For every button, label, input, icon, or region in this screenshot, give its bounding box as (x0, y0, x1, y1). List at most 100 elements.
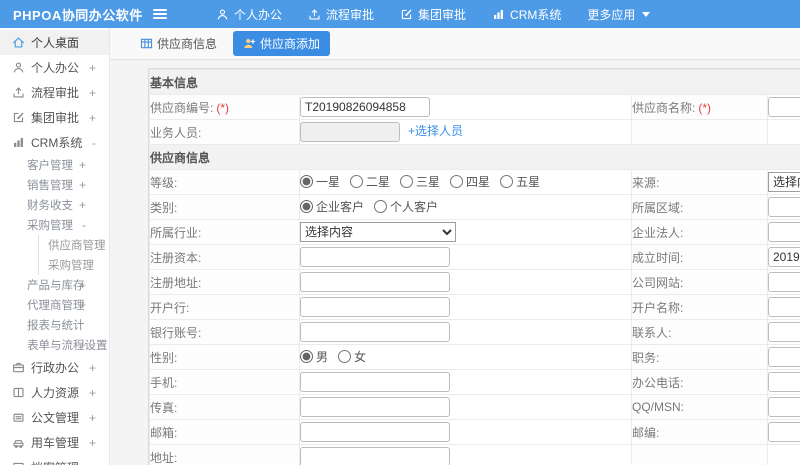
postcode-input[interactable] (768, 422, 800, 442)
fax-input[interactable] (300, 397, 450, 417)
sidebar-item-form-process-settings[interactable]: 表单与流程设置 + (0, 335, 109, 355)
expand-toggle-icon[interactable]: + (79, 298, 86, 312)
sidebar-item-finance[interactable]: 财务收支 + (0, 195, 109, 215)
expand-toggle-icon[interactable]: + (89, 386, 96, 400)
sidebar-item-document-mgmt[interactable]: 公文管理 + (0, 405, 109, 430)
qq-msn-input[interactable] (768, 397, 800, 417)
category-radio-0[interactable] (300, 200, 313, 213)
topmenu-item-more-apps[interactable]: 更多应用 (574, 0, 663, 28)
bank-account-input[interactable] (300, 322, 450, 342)
sidebar-item-purchase-mgmt[interactable]: 采购管理 - (0, 215, 109, 235)
topmenu-item-personal-office[interactable]: 个人办公 (203, 0, 295, 28)
expand-toggle-icon[interactable]: + (89, 411, 96, 425)
registered-address-input[interactable] (300, 272, 450, 292)
sidebar-item-vehicle-mgmt[interactable]: 用车管理 + (0, 430, 109, 455)
grade-option-3[interactable]: 四星 (450, 173, 490, 190)
grade-option-0[interactable]: 一星 (300, 173, 340, 190)
position-input[interactable] (768, 347, 800, 367)
gender-radio-0[interactable] (300, 350, 313, 363)
sidebar-item-admin-office[interactable]: 行政办公 + (0, 355, 109, 380)
form-row: 开户行: 开户名称: (149, 294, 800, 320)
grade-radio-1[interactable] (350, 175, 364, 188)
grade-radio-0[interactable] (300, 175, 313, 188)
field-label: 来源: (632, 175, 660, 190)
gender-radio-1[interactable] (338, 350, 352, 363)
expand-toggle-icon[interactable]: + (89, 61, 96, 75)
sidebar-item-process-approval[interactable]: 流程审批 + (0, 80, 109, 105)
topmenu-item-crm-system[interactable]: CRM系统 (479, 0, 574, 28)
table-icon (140, 37, 153, 50)
category-option-1[interactable]: 个人客户 (374, 198, 438, 215)
mobile-input[interactable] (300, 372, 450, 392)
founded-date-input[interactable] (768, 247, 800, 267)
business-person-picker-link[interactable]: +选择人员 (408, 124, 463, 138)
expand-toggle-icon[interactable]: + (79, 178, 86, 192)
business-person-input[interactable] (300, 122, 400, 142)
field-label: 所属区域: (632, 200, 684, 215)
sidebar-item-customer-mgmt[interactable]: 客户管理 + (0, 155, 109, 175)
sidebar-item-archive-mgmt[interactable]: 档案管理 + (0, 455, 109, 465)
required-marker: (*) (216, 100, 230, 115)
tab-supplier-add[interactable]: 供应商添加 (233, 31, 331, 56)
expand-toggle-icon[interactable]: + (79, 198, 86, 212)
main-area: 供应商信息供应商添加 基本信息供应商编号:(*)供应商名称:(*)业务人员:+选… (110, 28, 800, 465)
industry-select[interactable]: 选择内容 (300, 222, 456, 242)
expand-toggle-icon[interactable]: + (89, 86, 96, 100)
sidebar-item-human-resources[interactable]: 人力资源 + (0, 380, 109, 405)
sidebar-item-personal-desktop[interactable]: 个人桌面 (0, 30, 109, 55)
grade-option-2[interactable]: 三星 (400, 173, 440, 190)
field-label: 性别: (150, 350, 178, 365)
menu-toggle-icon[interactable] (145, 9, 175, 19)
source-select[interactable]: 选择内容 (768, 172, 800, 192)
sidebar: 个人桌面 个人办公 + 流程审批 + 集团审批 + CRM系统 - 客户管理 + 销售管理 + 财务收支 +… (0, 28, 110, 465)
expand-toggle-icon[interactable]: + (79, 278, 86, 292)
gender-option-1[interactable]: 女 (338, 348, 366, 365)
expand-toggle-icon[interactable]: + (89, 361, 96, 375)
bank-branch-input[interactable] (300, 297, 450, 317)
expand-toggle-icon[interactable]: + (89, 111, 96, 125)
sidebar-item-purchase-mgmt-item[interactable]: 采购管理 (38, 255, 109, 275)
grade-radio-3[interactable] (450, 175, 464, 188)
registered-capital-input[interactable] (300, 247, 450, 267)
email-input[interactable] (300, 422, 450, 442)
field-label: 所属行业: (150, 225, 202, 240)
gender-option-0[interactable]: 男 (300, 348, 328, 365)
sidebar-item-group-approval[interactable]: 集团审批 + (0, 105, 109, 130)
address-input[interactable] (300, 447, 450, 465)
grade-option-4[interactable]: 五星 (500, 173, 540, 190)
expand-toggle-icon[interactable]: + (79, 338, 86, 352)
sidebar-item-reports-stats[interactable]: 报表与统计 (0, 315, 109, 335)
legal-person-input[interactable] (768, 222, 800, 242)
category-option-0[interactable]: 企业客户 (300, 198, 364, 215)
office-phone-input[interactable] (768, 372, 800, 392)
topmenu-item-group-approval[interactable]: 集团审批 (387, 0, 479, 28)
sidebar-item-crm-system[interactable]: CRM系统 - (0, 130, 109, 155)
tab-supplier-info[interactable]: 供应商信息 (133, 32, 224, 55)
contact-person-input[interactable] (768, 322, 800, 342)
supplier-name-input[interactable] (768, 97, 800, 117)
sidebar-item-label: 档案管理 (31, 459, 79, 465)
sidebar-item-label: 行政办公 (31, 361, 80, 375)
radio-label: 个人客户 (390, 200, 439, 214)
category-radio-1[interactable] (374, 200, 388, 213)
topmenu-item-process-approval[interactable]: 流程审批 (295, 0, 387, 28)
sidebar-item-sales-mgmt[interactable]: 销售管理 + (0, 175, 109, 195)
region-input[interactable] (768, 197, 800, 217)
expand-toggle-icon[interactable]: + (79, 158, 86, 172)
company-website-input[interactable] (768, 272, 800, 292)
supplier-code-input[interactable] (300, 97, 430, 117)
expand-toggle-icon[interactable]: - (92, 136, 96, 150)
sidebar-item-agent-mgmt[interactable]: 代理商管理 + (0, 295, 109, 315)
grade-option-1[interactable]: 二星 (350, 173, 390, 190)
grade-radio-4[interactable] (500, 175, 514, 188)
account-name-input[interactable] (768, 297, 800, 317)
sidebar-item-product-inventory[interactable]: 产品与库存 + (0, 275, 109, 295)
expand-toggle-icon[interactable]: + (89, 461, 96, 465)
radio-label: 二星 (366, 175, 391, 189)
expand-toggle-icon[interactable]: + (89, 436, 96, 450)
sidebar-item-personal-office[interactable]: 个人办公 + (0, 55, 109, 80)
sidebar-item-supplier-mgmt[interactable]: 供应商管理 (38, 235, 109, 255)
grade-radio-2[interactable] (400, 175, 414, 188)
expand-toggle-icon[interactable]: - (82, 218, 86, 232)
app-logo: PHPOA协同办公软件 (13, 7, 143, 23)
